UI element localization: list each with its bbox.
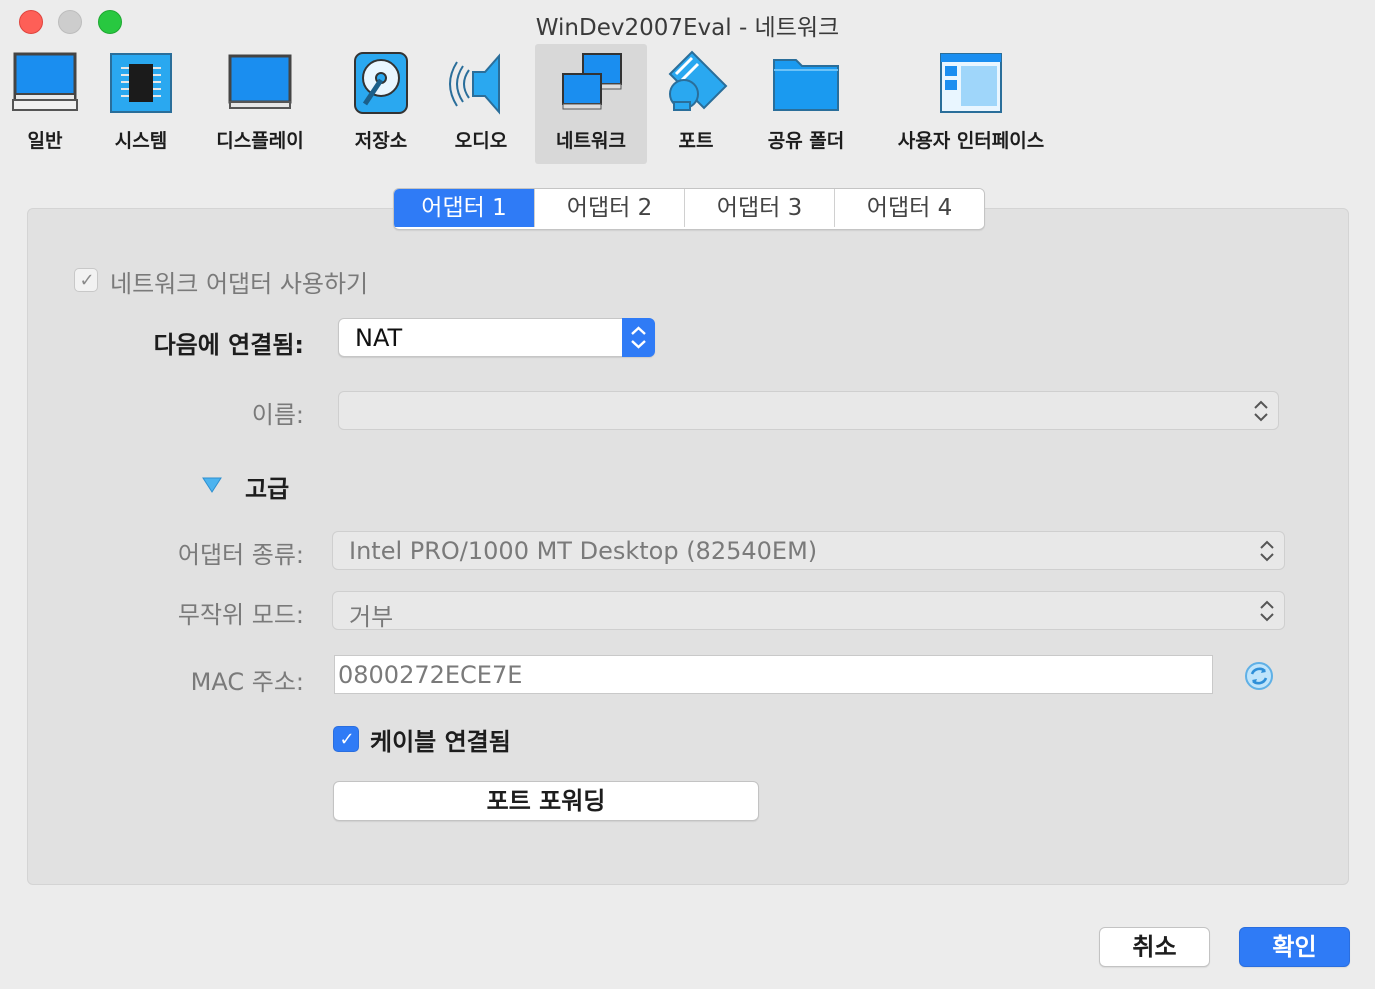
adapter-tabs: 어댑터 1 어댑터 2 어댑터 3 어댑터 4	[393, 188, 985, 230]
audio-speaker-icon	[449, 53, 500, 115]
toolbar-item-network[interactable]: 네트워크	[535, 44, 647, 164]
name-select[interactable]	[338, 391, 1279, 430]
toolbar-label: 시스템	[114, 130, 168, 152]
refresh-mac-icon[interactable]	[1243, 660, 1275, 692]
toolbar-item-audio[interactable]: 오디오	[438, 44, 524, 164]
chevron-up-down-icon	[1260, 600, 1274, 622]
network-icon	[562, 53, 622, 110]
attached-to-select[interactable]: NAT	[338, 318, 655, 357]
toolbar-item-user-interface[interactable]: 사용자 인터페이스	[880, 44, 1062, 164]
shared-folder-icon	[773, 59, 839, 111]
enable-adapter-checkbox[interactable]: ✓	[74, 268, 98, 292]
window-title: WinDev2007Eval - 네트워크	[535, 15, 840, 41]
toolbar-item-shared-folders[interactable]: 공유 폴더	[755, 44, 857, 164]
checkmark-icon: ✓	[339, 729, 355, 750]
advanced-label[interactable]: 고급	[245, 469, 289, 504]
attached-to-label: 다음에 연결됨:	[153, 331, 304, 359]
toolbar-label: 네트워크	[556, 130, 626, 152]
promiscuous-mode-select[interactable]: 거부	[332, 591, 1285, 631]
toolbar-item-storage[interactable]: 저장소	[338, 44, 424, 164]
adapter-type-label: 어댑터 종류:	[177, 541, 304, 569]
enable-adapter-label: 네트워크 어댑터 사용하기	[110, 270, 369, 298]
toolbar-item-display[interactable]: 디스플레이	[200, 44, 320, 164]
tab-adapter-1[interactable]: 어댑터 1	[394, 189, 535, 227]
storage-disk-icon	[354, 52, 408, 114]
toolbar-item-system[interactable]: 시스템	[95, 44, 187, 164]
port-icon	[668, 50, 728, 111]
promiscuous-mode-label: 무작위 모드:	[177, 601, 304, 629]
toolbar-item-general[interactable]: 일반	[0, 44, 90, 164]
name-label: 이름:	[251, 401, 304, 429]
mac-address-label: MAC 주소:	[190, 668, 304, 696]
promiscuous-mode-value: 거부	[349, 603, 394, 631]
port-forwarding-button[interactable]: 포트 포워딩	[333, 781, 759, 821]
toolbar-label: 오디오	[454, 130, 508, 152]
cable-connected-checkbox[interactable]: ✓	[333, 726, 359, 752]
tab-adapter-3[interactable]: 어댑터 3	[685, 189, 835, 227]
settings-window: WinDev2007Eval - 네트워크 일반 시스템 디스플레이 저장소 오…	[0, 0, 1375, 989]
cable-connected-label: 케이블 연결됨	[370, 728, 511, 756]
toolbar-label: 저장소	[354, 130, 408, 152]
toolbar-label: 사용자 인터페이스	[897, 130, 1045, 152]
attached-to-value: NAT	[355, 324, 403, 352]
adapter-type-value: Intel PRO/1000 MT Desktop (82540EM)	[349, 537, 818, 565]
adapter-type-select[interactable]: Intel PRO/1000 MT Desktop (82540EM)	[332, 531, 1285, 570]
toolbar-item-ports[interactable]: 포트	[655, 44, 737, 164]
chevron-up-down-icon	[631, 326, 646, 349]
title-bar: WinDev2007Eval - 네트워크	[0, 0, 1375, 44]
chevron-up-down-icon	[1260, 540, 1274, 562]
select-stepper	[622, 318, 655, 357]
cancel-button[interactable]: 취소	[1099, 927, 1210, 967]
toolbar-label: 디스플레이	[216, 130, 304, 152]
general-monitor-icon	[12, 52, 78, 111]
ok-button[interactable]: 확인	[1239, 927, 1350, 967]
tab-adapter-2[interactable]: 어댑터 2	[535, 189, 685, 227]
settings-toolbar: 일반 시스템 디스플레이 저장소 오디오 네트워크 포트 공유 폴더 사용자 인…	[0, 44, 1375, 164]
toolbar-label: 포트	[678, 130, 714, 152]
mac-address-field[interactable]: 0800272ECE7E	[334, 655, 1213, 694]
disclosure-triangle-icon[interactable]	[202, 477, 222, 493]
checkmark-icon: ✓	[79, 270, 95, 291]
user-interface-icon	[940, 53, 1002, 113]
display-monitor-icon	[228, 54, 292, 109]
mac-address-value: 0800272ECE7E	[338, 661, 523, 689]
system-chip-icon	[110, 53, 172, 113]
tab-adapter-4[interactable]: 어댑터 4	[835, 189, 984, 227]
chevron-up-down-icon	[1254, 400, 1268, 422]
toolbar-label: 일반	[27, 130, 63, 152]
toolbar-label: 공유 폴더	[767, 130, 845, 152]
